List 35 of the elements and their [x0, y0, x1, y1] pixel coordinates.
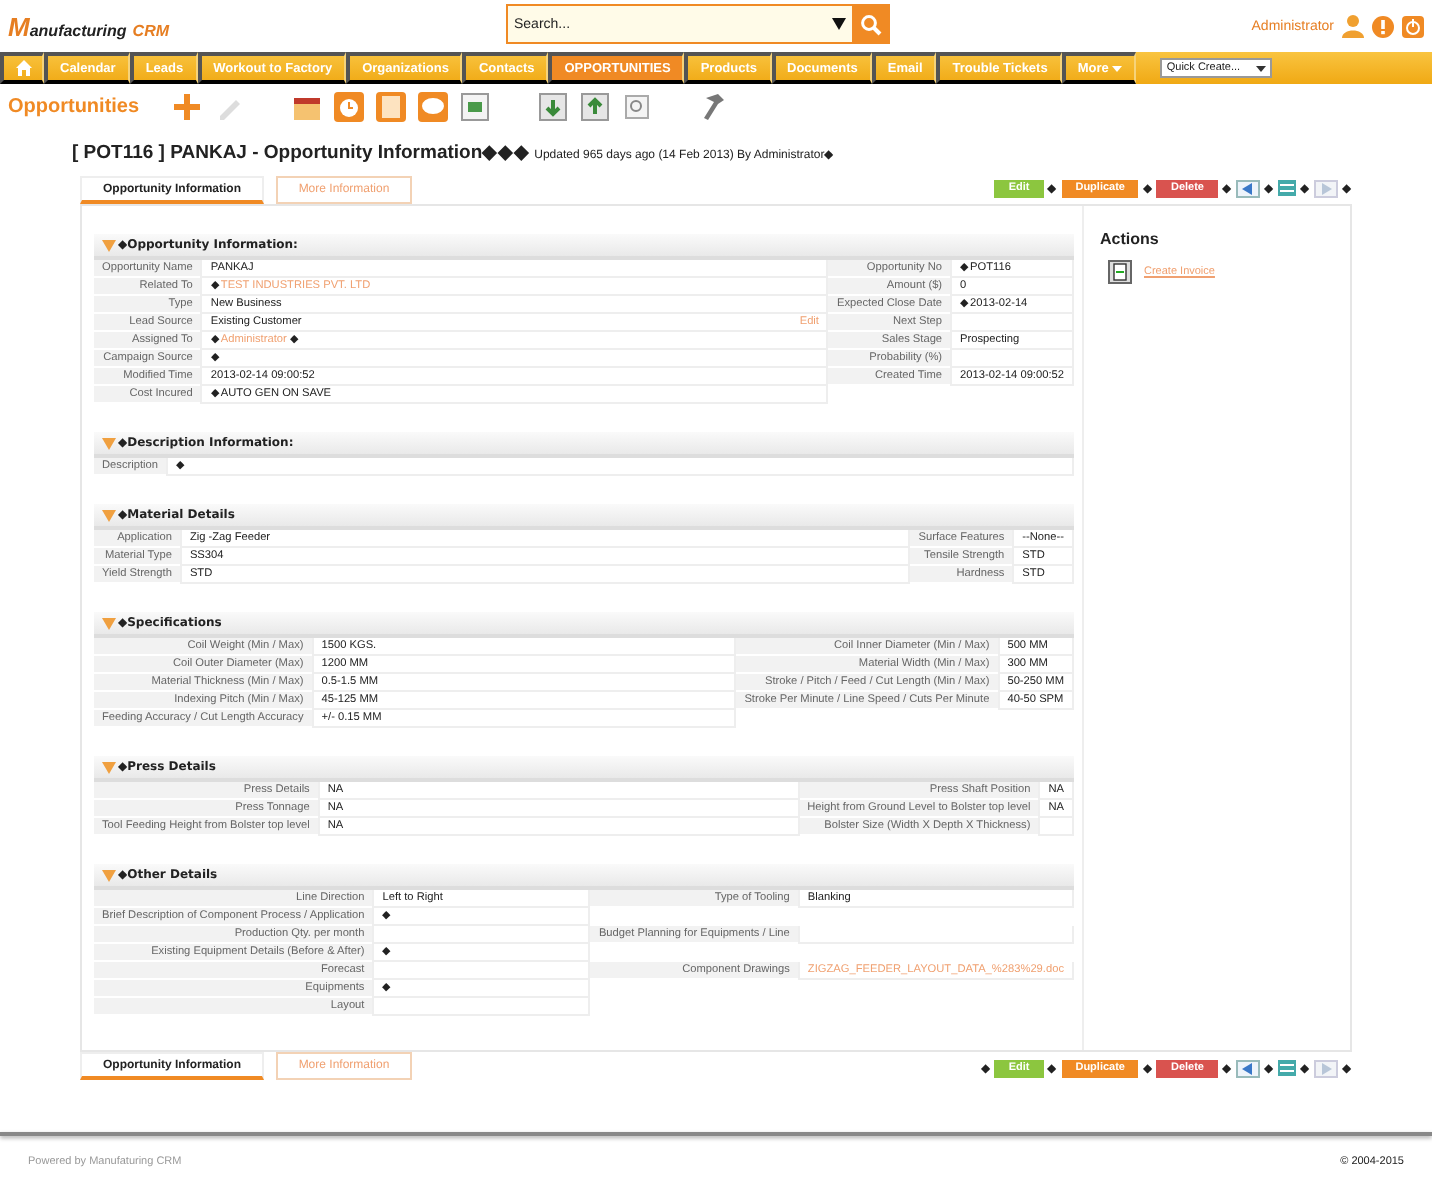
- collapse-arrow-icon[interactable]: [102, 437, 116, 449]
- previous-icon[interactable]: [1236, 1059, 1260, 1077]
- invoice-icon[interactable]: [1108, 260, 1132, 284]
- info-icon[interactable]: [1372, 15, 1394, 37]
- app-logo[interactable]: Manufacturing CRM: [8, 11, 170, 41]
- actions-title: Actions: [1100, 230, 1161, 248]
- import-icon[interactable]: [538, 91, 568, 121]
- collapse-arrow-icon[interactable]: [102, 869, 116, 881]
- list-icon[interactable]: [1278, 180, 1296, 196]
- dropdown-caret-icon[interactable]: [832, 18, 846, 30]
- hammer-icon[interactable]: [700, 91, 730, 121]
- collapse-arrow-icon[interactable]: [102, 239, 116, 251]
- user-icon[interactable]: [1342, 14, 1364, 38]
- caret-icon: [1256, 65, 1267, 71]
- next-icon[interactable]: [1314, 1059, 1338, 1077]
- next-icon[interactable]: [1314, 179, 1338, 197]
- collapse-arrow-icon[interactable]: [102, 617, 116, 629]
- record-title: [ POT116 ] PANKAJ - Opportunity Information◆◆◆: [72, 140, 531, 164]
- form-icon[interactable]: [460, 91, 490, 121]
- previous-icon[interactable]: [1236, 179, 1260, 197]
- export-icon[interactable]: [580, 91, 610, 121]
- module-title: Opportunities: [8, 95, 142, 117]
- clock-icon[interactable]: [334, 91, 364, 121]
- list-icon[interactable]: [1278, 1060, 1296, 1076]
- plus-icon[interactable]: [172, 91, 202, 121]
- collapse-arrow-icon[interactable]: [102, 509, 116, 521]
- search-icon: [859, 13, 881, 35]
- caret-icon: [1112, 65, 1123, 71]
- home-icon: [15, 60, 31, 76]
- home-tab[interactable]: [0, 52, 44, 84]
- find-icon[interactable]: [622, 91, 652, 121]
- collapse-arrow-icon[interactable]: [102, 761, 116, 773]
- logout-icon[interactable]: [1402, 15, 1424, 37]
- calculator-icon[interactable]: [376, 91, 406, 121]
- chat-icon[interactable]: [418, 91, 448, 121]
